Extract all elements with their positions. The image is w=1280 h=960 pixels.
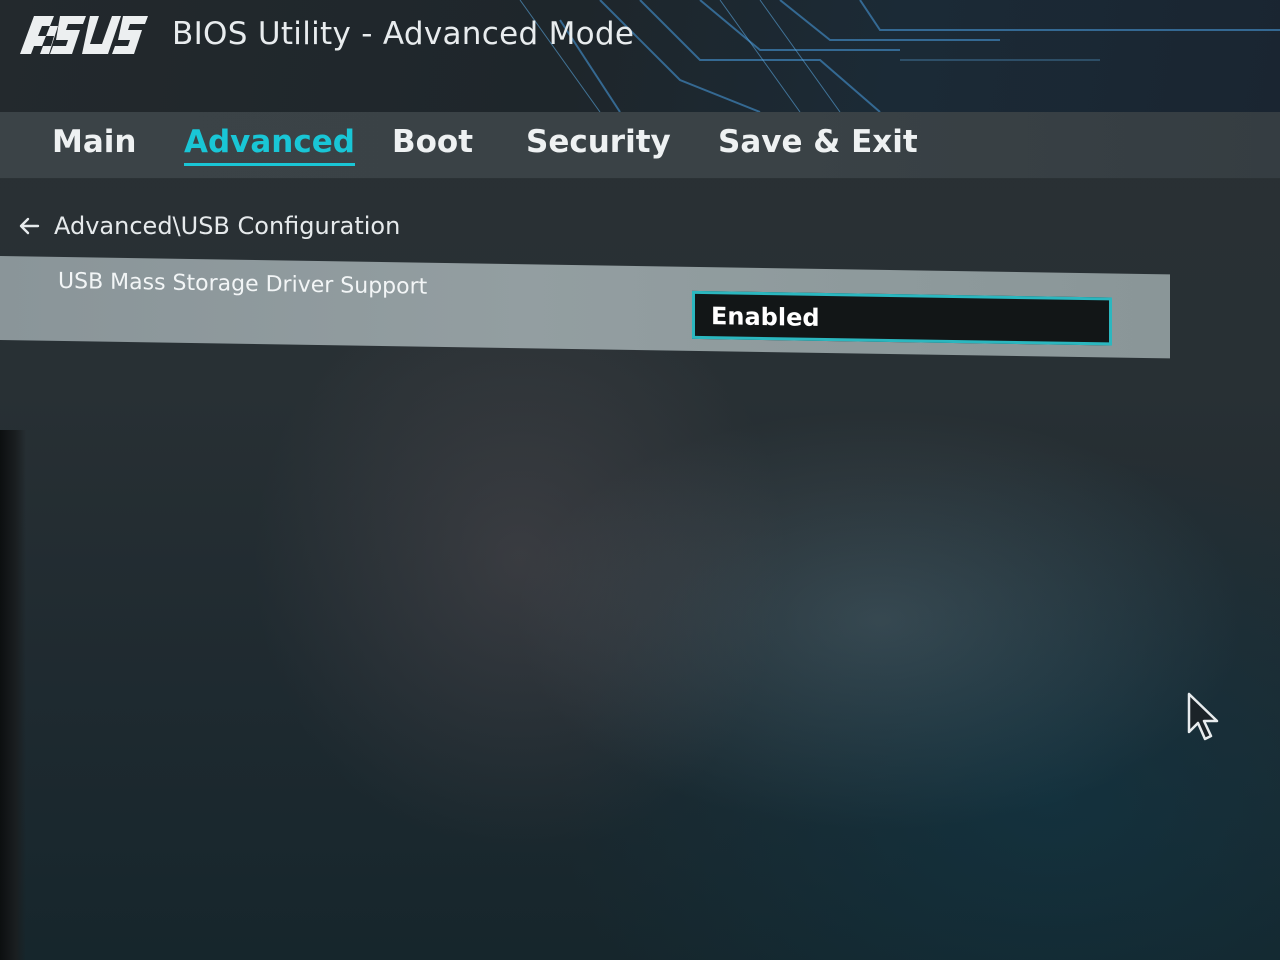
- setting-value-dropdown[interactable]: Enabled: [692, 290, 1112, 346]
- bios-screen: BIOS Utility - Advanced Mode Main Advanc…: [0, 0, 1280, 960]
- app-title: BIOS Utility - Advanced Mode: [172, 16, 635, 52]
- monitor-bezel: [0, 430, 26, 960]
- setting-row-usb-mass-storage[interactable]: USB Mass Storage Driver Support Enabled: [0, 256, 1170, 359]
- tab-save-exit[interactable]: Save & Exit: [718, 124, 918, 160]
- tab-main[interactable]: Main: [52, 124, 136, 160]
- mouse-pointer-icon: [1187, 692, 1219, 741]
- asus-logo: [20, 16, 148, 54]
- header-bar: BIOS Utility - Advanced Mode: [0, 0, 1280, 112]
- breadcrumb-row: Advanced\USB Configuration: [18, 206, 400, 246]
- tab-boot[interactable]: Boot: [392, 124, 473, 160]
- tab-bar: Main Advanced Boot Security Save & Exit: [0, 112, 1280, 179]
- tab-advanced[interactable]: Advanced: [184, 124, 355, 166]
- tab-security[interactable]: Security: [526, 124, 671, 160]
- setting-label: USB Mass Storage Driver Support: [58, 268, 428, 300]
- arrow-left-icon[interactable]: [18, 215, 40, 237]
- setting-value-text: Enabled: [711, 302, 820, 332]
- breadcrumb: Advanced\USB Configuration: [54, 212, 401, 240]
